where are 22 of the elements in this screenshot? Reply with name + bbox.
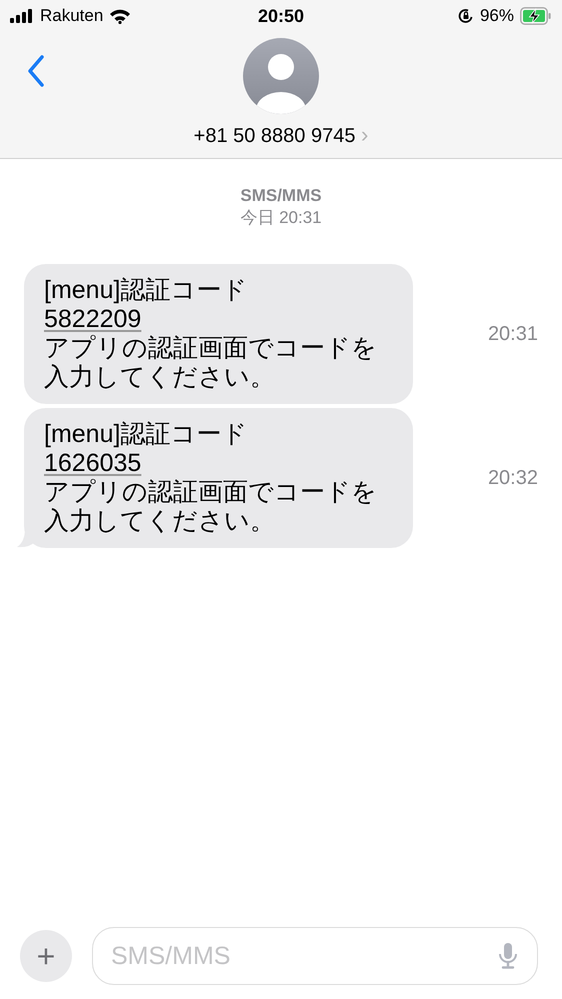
status-time: 20:50 <box>258 6 304 26</box>
message-input-field[interactable]: SMS/MMS <box>92 927 538 985</box>
message-time: 20:32 <box>488 466 538 490</box>
message-title: [menu]認証コード <box>44 420 248 449</box>
add-button[interactable]: + <box>20 930 72 982</box>
back-icon[interactable] <box>26 54 46 88</box>
code-link[interactable]: 1626035 <box>44 449 142 478</box>
wifi-icon <box>109 8 132 24</box>
message-time: 20:31 <box>488 322 538 346</box>
code-link[interactable]: 5822209 <box>44 305 142 334</box>
signal-icon <box>10 8 34 24</box>
message-title: [menu]認証コード <box>44 276 248 305</box>
microphone-icon[interactable] <box>498 942 518 970</box>
avatar-icon[interactable] <box>243 38 319 114</box>
rotation-lock-icon <box>458 8 474 24</box>
message-text: アプリの認証画面でコードを入力してください。 <box>44 478 378 536</box>
date-label: 今日 20:31 <box>239 207 323 229</box>
service-label: SMS/MMS <box>239 185 323 207</box>
message-text: アプリの認証画面でコードを入力してください。 <box>44 334 378 392</box>
battery-percent: 96% <box>480 6 514 26</box>
contact-name[interactable]: +81 50 8880 9745 › <box>194 122 368 148</box>
carrier-name: Rakuten <box>40 6 104 26</box>
